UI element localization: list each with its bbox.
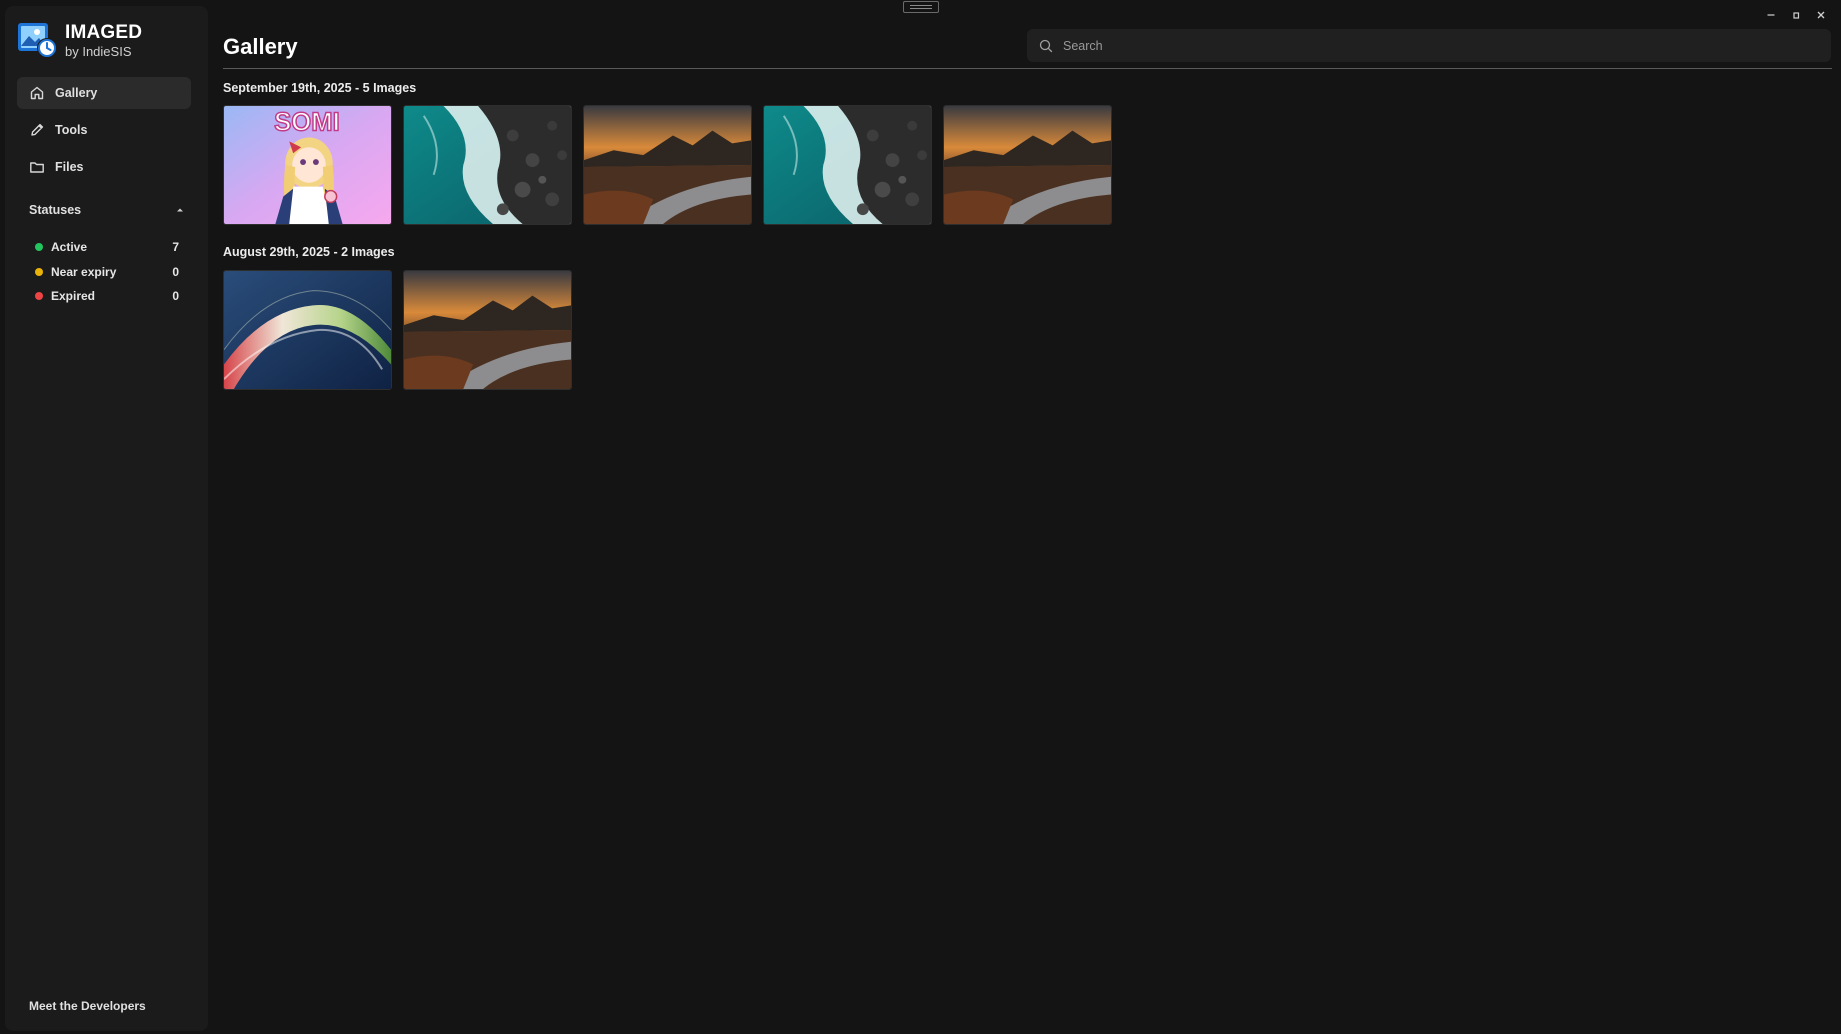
folder-icon [29, 159, 45, 175]
nav-item-label: Gallery [55, 86, 98, 100]
close-icon [1817, 11, 1824, 19]
nav-item-label: Files [55, 160, 84, 174]
status-dot-icon [35, 267, 43, 276]
image-thumbnail[interactable] [403, 270, 572, 390]
nav-item-gallery[interactable]: Gallery [17, 77, 191, 109]
status-label: Expired [51, 289, 96, 304]
meet-developers-link[interactable]: Meet the Developers [29, 999, 146, 1013]
close-button[interactable] [1808, 6, 1833, 24]
somi-thumbnail-text: SOMI [274, 109, 340, 137]
sidebar: IMAGED by IndieSIS Gallery Tools Files S… [5, 6, 208, 1031]
search-input[interactable] [1063, 38, 1823, 53]
status-list: Active 7 Near expiry 0 Expired 0 [35, 235, 179, 309]
app-subtitle: by IndieSIS [65, 43, 132, 59]
search-bar[interactable] [1027, 29, 1831, 62]
brand: IMAGED by IndieSIS [15, 17, 142, 63]
app-logo-icon [15, 18, 59, 62]
image-thumbnail[interactable] [583, 105, 752, 225]
maximize-button[interactable] [1783, 6, 1808, 24]
app-name: IMAGED [65, 21, 143, 43]
date-group-title: September 19th, 2025 - 5 Images [223, 81, 417, 95]
image-thumbnail[interactable] [403, 105, 572, 225]
image-thumbnail[interactable] [763, 105, 932, 225]
home-icon [29, 85, 45, 101]
window-controls [1758, 6, 1833, 24]
chevron-up-icon [175, 205, 185, 215]
thumbnail-grid [223, 270, 572, 390]
status-item-near-expiry[interactable]: Near expiry 0 [35, 260, 179, 285]
statuses-header-label: Statuses [29, 203, 82, 217]
status-count: 7 [172, 240, 179, 255]
minimize-button[interactable] [1758, 6, 1783, 24]
status-dot-icon [35, 292, 43, 301]
app-window: IMAGED by IndieSIS Gallery Tools Files S… [0, 0, 1841, 1034]
nav-item-label: Tools [55, 123, 88, 137]
image-thumbnail[interactable] [943, 105, 1112, 225]
minimize-icon [1767, 14, 1774, 16]
status-label: Active [51, 240, 88, 255]
status-item-active[interactable]: Active 7 [35, 235, 179, 260]
image-thumbnail[interactable] [223, 270, 392, 390]
nav-item-files[interactable]: Files [17, 151, 191, 183]
header-divider [223, 68, 1832, 69]
status-item-expired[interactable]: Expired 0 [35, 284, 179, 309]
nav-item-tools[interactable]: Tools [17, 114, 191, 146]
main-nav: Gallery Tools Files [17, 77, 191, 188]
drag-handle[interactable] [903, 1, 939, 13]
page-title: Gallery [223, 34, 298, 59]
status-label: Near expiry [51, 264, 117, 279]
image-thumbnail[interactable]: SOMI [223, 105, 392, 225]
status-count: 0 [172, 264, 179, 279]
status-dot-icon [35, 243, 43, 252]
date-group-title: August 29th, 2025 - 2 Images [223, 245, 395, 259]
search-icon [1039, 39, 1053, 53]
status-count: 0 [172, 289, 179, 304]
pencil-icon [29, 122, 45, 138]
maximize-icon [1792, 12, 1799, 19]
thumbnail-grid: SOMI [223, 105, 1112, 225]
statuses-toggle[interactable]: Statuses [29, 202, 185, 218]
